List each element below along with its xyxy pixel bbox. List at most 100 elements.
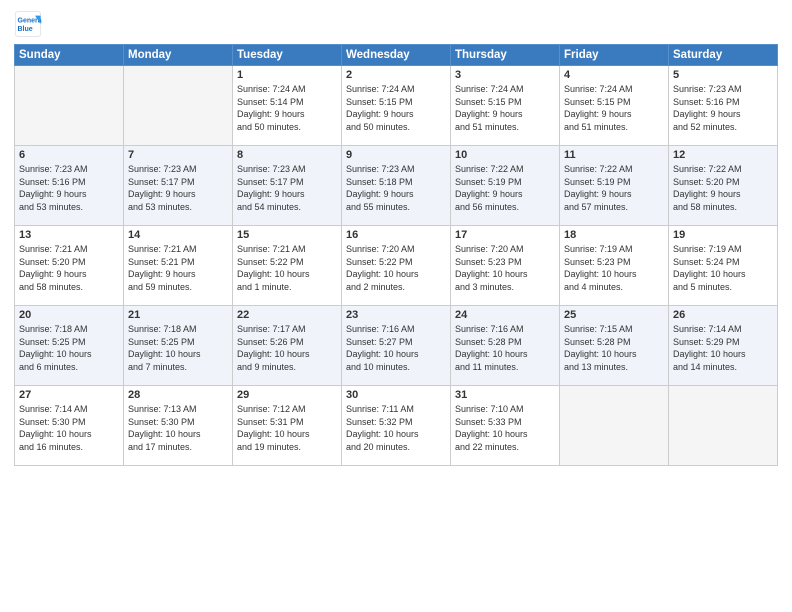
svg-text:Blue: Blue — [18, 26, 33, 33]
day-info: Sunrise: 7:16 AM Sunset: 5:27 PM Dayligh… — [346, 323, 446, 373]
day-number: 14 — [128, 229, 228, 241]
calendar-week-row: 1Sunrise: 7:24 AM Sunset: 5:14 PM Daylig… — [15, 66, 778, 146]
day-info: Sunrise: 7:24 AM Sunset: 5:15 PM Dayligh… — [564, 83, 664, 133]
calendar-day-cell: 13Sunrise: 7:21 AM Sunset: 5:20 PM Dayli… — [15, 226, 124, 306]
day-number: 1 — [237, 69, 337, 81]
calendar-day-cell — [560, 386, 669, 466]
calendar-day-cell: 19 Sunrise: 7:19 AM Sunset: 5:24 PM Dayli… — [669, 226, 778, 306]
calendar-day-cell: 21 Sunrise: 7:18 AM Sunset: 5:25 PM Dayli… — [124, 306, 233, 386]
day-number: 7 — [128, 149, 228, 161]
calendar-day-cell: 12 Sunrise: 7:22 AM Sunset: 5:20 PM Dayli… — [669, 146, 778, 226]
calendar-day-cell: 28 Sunrise: 7:13 AM Sunset: 5:30 PM Dayli… — [124, 386, 233, 466]
day-info: Sunrise: 7:22 AM Sunset: 5:20 PM Dayligh… — [673, 163, 773, 213]
day-number: 9 — [346, 149, 446, 161]
calendar-day-cell: 17Sunrise: 7:20 AM Sunset: 5:23 PM Dayli… — [451, 226, 560, 306]
calendar-day-cell: 8 Sunrise: 7:23 AM Sunset: 5:17 PM Daylig… — [233, 146, 342, 226]
calendar-day-cell: 7 Sunrise: 7:23 AM Sunset: 5:17 PM Daylig… — [124, 146, 233, 226]
day-info: Sunrise: 7:19 AM Sunset: 5:24 PM Dayligh… — [673, 243, 773, 293]
day-info: Sunrise: 7:21 AM Sunset: 5:22 PM Dayligh… — [237, 243, 337, 293]
day-number: 24 — [455, 309, 555, 321]
day-info: Sunrise: 7:10 AM Sunset: 5:33 PM Dayligh… — [455, 403, 555, 453]
day-number: 21 — [128, 309, 228, 321]
day-info: Sunrise: 7:23 AM Sunset: 5:16 PM Dayligh… — [673, 83, 773, 133]
calendar-day-cell: 30 Sunrise: 7:11 AM Sunset: 5:32 PM Dayli… — [342, 386, 451, 466]
calendar-week-row: 6 Sunrise: 7:23 AM Sunset: 5:16 PM Daylig… — [15, 146, 778, 226]
day-info: Sunrise: 7:16 AM Sunset: 5:28 PM Dayligh… — [455, 323, 555, 373]
day-number: 26 — [673, 309, 773, 321]
day-number: 23 — [346, 309, 446, 321]
day-info: Sunrise: 7:19 AM Sunset: 5:23 PM Dayligh… — [564, 243, 664, 293]
calendar-day-cell: 23 Sunrise: 7:16 AM Sunset: 5:27 PM Dayli… — [342, 306, 451, 386]
day-info: Sunrise: 7:22 AM Sunset: 5:19 PM Dayligh… — [455, 163, 555, 213]
calendar-day-cell — [15, 66, 124, 146]
day-number: 3 — [455, 69, 555, 81]
calendar-day-cell: 18 Sunrise: 7:19 AM Sunset: 5:23 PM Dayli… — [560, 226, 669, 306]
calendar-day-cell: 6 Sunrise: 7:23 AM Sunset: 5:16 PM Daylig… — [15, 146, 124, 226]
calendar-day-cell: 14 Sunrise: 7:21 AM Sunset: 5:21 PM Dayli… — [124, 226, 233, 306]
day-info: Sunrise: 7:23 AM Sunset: 5:17 PM Dayligh… — [128, 163, 228, 213]
day-number: 19 — [673, 229, 773, 241]
day-number: 25 — [564, 309, 664, 321]
header: General Blue — [14, 10, 778, 38]
weekday-header-saturday: Saturday — [669, 45, 778, 66]
day-number: 16 — [346, 229, 446, 241]
day-number: 12 — [673, 149, 773, 161]
calendar-day-cell: 2 Sunrise: 7:24 AM Sunset: 5:15 PM Daylig… — [342, 66, 451, 146]
weekday-header-tuesday: Tuesday — [233, 45, 342, 66]
day-info: Sunrise: 7:11 AM Sunset: 5:32 PM Dayligh… — [346, 403, 446, 453]
day-number: 31 — [455, 389, 555, 401]
day-info: Sunrise: 7:21 AM Sunset: 5:21 PM Dayligh… — [128, 243, 228, 293]
day-info: Sunrise: 7:24 AM Sunset: 5:15 PM Dayligh… — [346, 83, 446, 133]
day-info: Sunrise: 7:14 AM Sunset: 5:30 PM Dayligh… — [19, 403, 119, 453]
day-info: Sunrise: 7:12 AM Sunset: 5:31 PM Dayligh… — [237, 403, 337, 453]
day-info: Sunrise: 7:18 AM Sunset: 5:25 PM Dayligh… — [128, 323, 228, 373]
weekday-header-row: SundayMondayTuesdayWednesdayThursdayFrid… — [15, 45, 778, 66]
day-number: 13 — [19, 229, 119, 241]
weekday-header-thursday: Thursday — [451, 45, 560, 66]
day-info: Sunrise: 7:22 AM Sunset: 5:19 PM Dayligh… — [564, 163, 664, 213]
day-number: 30 — [346, 389, 446, 401]
day-number: 20 — [19, 309, 119, 321]
day-info: Sunrise: 7:23 AM Sunset: 5:18 PM Dayligh… — [346, 163, 446, 213]
day-number: 15 — [237, 229, 337, 241]
calendar-day-cell — [669, 386, 778, 466]
calendar-week-row: 13Sunrise: 7:21 AM Sunset: 5:20 PM Dayli… — [15, 226, 778, 306]
day-number: 6 — [19, 149, 119, 161]
logo: General Blue — [14, 10, 46, 38]
calendar-day-cell: 26 Sunrise: 7:14 AM Sunset: 5:29 PM Dayli… — [669, 306, 778, 386]
calendar-day-cell: 25 Sunrise: 7:15 AM Sunset: 5:28 PM Dayli… — [560, 306, 669, 386]
day-number: 2 — [346, 69, 446, 81]
day-number: 18 — [564, 229, 664, 241]
day-info: Sunrise: 7:13 AM Sunset: 5:30 PM Dayligh… — [128, 403, 228, 453]
day-info: Sunrise: 7:17 AM Sunset: 5:26 PM Dayligh… — [237, 323, 337, 373]
calendar-day-cell: 22 Sunrise: 7:17 AM Sunset: 5:26 PM Dayli… — [233, 306, 342, 386]
calendar-day-cell: 4Sunrise: 7:24 AM Sunset: 5:15 PM Daylig… — [560, 66, 669, 146]
weekday-header-wednesday: Wednesday — [342, 45, 451, 66]
weekday-header-monday: Monday — [124, 45, 233, 66]
day-number: 28 — [128, 389, 228, 401]
weekday-header-friday: Friday — [560, 45, 669, 66]
calendar-day-cell: 20Sunrise: 7:18 AM Sunset: 5:25 PM Dayli… — [15, 306, 124, 386]
day-info: Sunrise: 7:23 AM Sunset: 5:17 PM Dayligh… — [237, 163, 337, 213]
day-info: Sunrise: 7:14 AM Sunset: 5:29 PM Dayligh… — [673, 323, 773, 373]
day-number: 5 — [673, 69, 773, 81]
calendar-week-row: 20 Sunrise: 7:18 AM Sunset: 5:25 PM Dayli… — [15, 306, 778, 386]
day-number: 22 — [237, 309, 337, 321]
day-info: Sunrise: 7:15 AM Sunset: 5:28 PM Dayligh… — [564, 323, 664, 373]
day-info: Sunrise: 7:20 AM Sunset: 5:22 PM Dayligh… — [346, 243, 446, 293]
calendar-container: General Blue SundayMondayTuesdayWednesda… — [0, 0, 792, 612]
calendar-day-cell: 5 Sunrise: 7:23 AM Sunset: 5:16 PM Daylig… — [669, 66, 778, 146]
calendar-day-cell: 9 Sunrise: 7:23 AM Sunset: 5:18 PM Daylig… — [342, 146, 451, 226]
calendar-day-cell: 31 Sunrise: 7:10 AM Sunset: 5:33 PM Dayli… — [451, 386, 560, 466]
calendar-table: SundayMondayTuesdayWednesdayThursdayFrid… — [14, 44, 778, 466]
logo-icon: General Blue — [14, 10, 42, 38]
day-number: 10 — [455, 149, 555, 161]
day-info: Sunrise: 7:23 AM Sunset: 5:16 PM Dayligh… — [19, 163, 119, 213]
day-info: Sunrise: 7:20 AM Sunset: 5:23 PM Dayligh… — [455, 243, 555, 293]
calendar-day-cell: 27Sunrise: 7:14 AM Sunset: 5:30 PM Dayli… — [15, 386, 124, 466]
day-number: 11 — [564, 149, 664, 161]
calendar-day-cell: 15 Sunrise: 7:21 AM Sunset: 5:22 PM Dayli… — [233, 226, 342, 306]
calendar-day-cell: 1Sunrise: 7:24 AM Sunset: 5:14 PM Daylig… — [233, 66, 342, 146]
day-number: 8 — [237, 149, 337, 161]
calendar-day-cell: 11 Sunrise: 7:22 AM Sunset: 5:19 PM Dayli… — [560, 146, 669, 226]
